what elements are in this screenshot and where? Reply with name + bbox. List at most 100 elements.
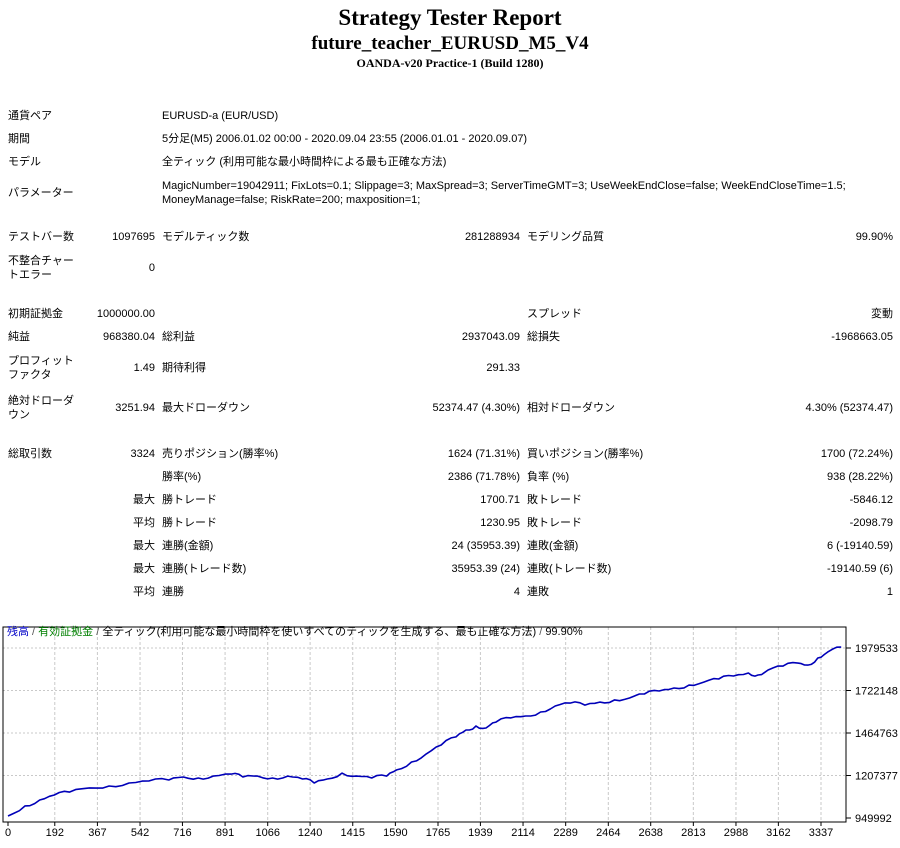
x-axis-label: 1765 [426,827,450,839]
legend-model-label: 全ティック(利用可能な最小時間枠を使いすべてのティックを生成する、最も正確な方法… [102,626,537,638]
x-axis-label: 1590 [383,827,407,839]
legend-separator: / [29,626,39,638]
row-value-3: 1 [886,585,893,598]
table-row: 最大 連勝(金額) 24 (35953.39) 連敗(金額) 6 (-19140.59) [8,534,893,557]
row-label-3: 敗トレード [527,516,582,529]
row-span-value: 5分足(M5) 2006.01.02 00:00 - 2020.09.04 23… [162,132,528,145]
row-label-2: 勝トレード [162,516,217,529]
table-row: パラメーター MagicNumber=19042911; FixLots=0.1;… [8,173,893,213]
y-axis-label: 1722148 [855,685,898,697]
table-row: 総取引数 3324 売りポジション(勝率%) 1624 (71.31%) 買いポジション… [8,442,893,465]
row-label-2: 連勝 [162,585,184,598]
row-value-3: 1700 (72.24%) [820,447,893,460]
row-label: 初期証拠金 [8,307,63,320]
report-title: Strategy Tester Report [338,5,562,30]
legend-balance-label: 残高 [7,626,29,638]
row-label-2: 勝率(%) [162,470,202,483]
legend-quality-value: 99.90% [545,626,583,638]
row-value-1: 最大 [133,562,155,575]
legend-separator: / [93,626,103,638]
row-value-2: 4 [513,585,520,598]
row-label-2: 連勝(トレード数) [162,562,247,575]
row-value-2: 2937043.09 [461,330,520,343]
row-span-value: EURUSD-a (EUR/USD) [162,109,279,122]
row-value-1: 平均 [133,516,155,529]
row-value-3: 変動 [871,307,893,320]
row-label-3: モデリング品質 [527,230,604,243]
row-label-3: 負率 (%) [527,470,570,483]
y-axis-label: 1979533 [855,643,898,655]
x-axis-label: 542 [131,827,149,839]
row-label-3: スプレッド [527,307,582,320]
row-value-3: -5846.12 [849,493,893,506]
table-row: 通貨ペア EURUSD-a (EUR/USD) [8,104,893,127]
x-axis-label: 2289 [553,827,577,839]
row-label-2: モデルティック数 [162,230,250,243]
row-value-2: 52374.47 (4.30%) [432,402,520,414]
row-value-1: 968380.04 [103,330,155,343]
row-span-value: MagicNumber=19042911; FixLots=0.1; Slipp… [162,180,846,206]
row-value-2: 24 (35953.39) [451,539,521,552]
row-value-2: 35953.39 (24) [451,562,521,575]
table-row: 最大 勝トレード 1700.71 敗トレード -5846.12 [8,488,893,511]
table-spacer [8,288,893,302]
balance-chart-svg: 0 192 367 542 716 891 1066 1240 1415 1590 1765 1939… [2,626,898,839]
table-row: プロフィットファクタ 1.49 期待利得 291.33 [8,348,893,388]
row-label: 絶対ドローダウン [8,395,74,421]
row-label: 総取引数 [8,447,52,460]
y-axis-label: 1464763 [855,728,898,740]
chart-border [2,626,847,823]
x-axis-label: 192 [46,827,64,839]
x-axis-label: 0 [5,827,11,839]
row-label-2: 総利益 [162,330,195,343]
row-value-1: 3324 [130,447,155,460]
legend-separator: / [536,626,546,638]
row-label: テストバー数 [8,230,74,243]
row-label: 通貨ペア [8,109,52,122]
row-label: 純益 [8,330,30,343]
row-value-3: 938 (28.22%) [826,470,893,483]
table-row: 純益 968380.04 総利益 2937043.09 総損失 -1968663.05 [8,325,893,348]
row-label: 期間 [8,132,30,145]
row-label-3: 連敗(トレード数) [527,562,612,575]
row-label-3: 総損失 [527,330,560,343]
row-value-1: 平均 [133,585,155,598]
row-value-2: 281288934 [464,230,520,243]
row-value-3: 99.90% [855,230,893,243]
x-axis-label: 1240 [298,827,322,839]
x-axis-label: 3162 [766,827,790,839]
row-label: パラメーター [8,187,74,199]
table-row: モデル 全ティック (利用可能な最小時間枠による最も正確な方法) [8,150,893,173]
y-axis-label: 949992 [855,813,892,825]
report-table: 通貨ペア EURUSD-a (EUR/USD) 期間 5分足(M5) 2006.01.… [8,104,893,603]
row-label-3: 買いポジション(勝率%) [527,447,644,460]
chart-legend: 残高 / 有効証拠金 / 全ティック(利用可能な最小時間枠を使いすべてのティック… [7,626,583,639]
x-axis-label: 1415 [340,827,364,839]
table-row: 平均 勝トレード 1230.95 敗トレード -2098.79 [8,511,893,534]
row-value-2: 291.33 [486,362,520,374]
table-row: 最大 連勝(トレード数) 35953.39 (24) 連敗(トレード数) -19140.… [8,557,893,580]
row-label-2: 売りポジション(勝率%) [162,447,279,460]
y-axis-label: 1207377 [855,771,898,783]
x-axis-label: 1066 [255,827,279,839]
balance-line [7,646,842,817]
report-header: Strategy Tester Report future_teacher_EU… [0,0,900,71]
x-axis-label: 367 [88,827,106,839]
x-axis-label: 2464 [596,827,620,839]
row-label-3: 連敗(金額) [527,539,579,552]
row-label-3: 相対ドローダウン [527,402,615,414]
table-row: 勝率(%) 2386 (71.78%) 負率 (%) 938 (28.22%) [8,465,893,488]
table-row: テストバー数 1097695 モデルティック数 281288934 モデリング品質 99.… [8,225,893,248]
x-axis-label: 2813 [681,827,705,839]
row-value-3: -2098.79 [849,516,893,529]
balance-chart: 残高 / 有効証拠金 / 全ティック(利用可能な最小時間枠を使いすべてのティック… [2,625,898,848]
table-row: 絶対ドローダウン 3251.94 最大ドローダウン 52374.47 (4.30%) 相… [8,388,893,428]
x-axis-label: 2988 [724,827,748,839]
row-label: モデル [8,155,41,168]
row-value-1: 0 [148,262,155,274]
x-axis-label: 1939 [468,827,492,839]
row-label: プロフィットファクタ [8,355,74,381]
row-value-2: 1624 (71.31%) [447,447,520,460]
row-span-value: 全ティック (利用可能な最小時間枠による最も正確な方法) [162,155,447,168]
legend-equity-label: 有効証拠金 [38,626,94,638]
